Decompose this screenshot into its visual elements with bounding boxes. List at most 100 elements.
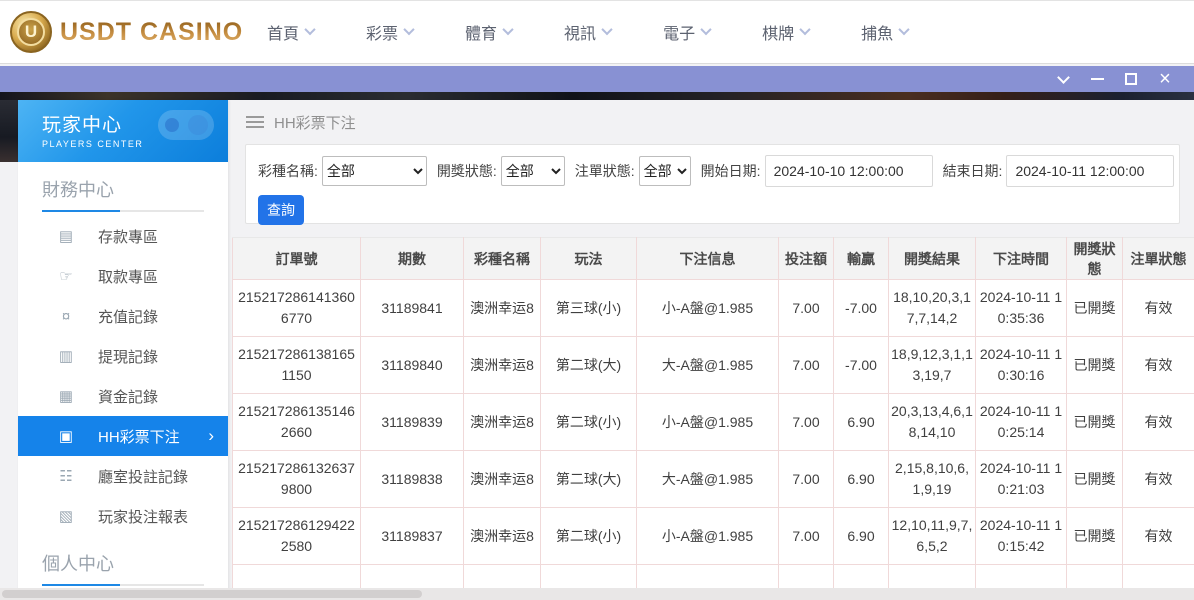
column-header: 玩法 bbox=[540, 237, 637, 280]
table-cell: 大-A盤@1.985 bbox=[636, 450, 779, 508]
draw-status-label: 開獎狀態: bbox=[436, 163, 497, 179]
lottery-name-select[interactable]: 全部 bbox=[321, 156, 427, 186]
sidebar-item-room-bet-records[interactable]: ☷ 廳室投註記錄 bbox=[18, 456, 228, 496]
decorative-banner-strip bbox=[0, 92, 1194, 100]
sidebar-item-funds-records[interactable]: ▦ 資金記錄 bbox=[18, 376, 228, 416]
sidebar-item-hh-lottery-bets[interactable]: ▣ HH彩票下注 › bbox=[18, 416, 228, 456]
minimize-icon bbox=[1090, 78, 1104, 80]
window-titlebar: × bbox=[0, 66, 1194, 92]
decorative-left-strip bbox=[0, 100, 18, 162]
table-cell: 已開獎 bbox=[1066, 507, 1123, 565]
column-header: 下注時間 bbox=[975, 237, 1067, 280]
window-minimize-button[interactable] bbox=[1080, 66, 1114, 92]
table-cell: 大-A盤@1.985 bbox=[636, 336, 779, 394]
chevron-down-icon bbox=[898, 23, 910, 35]
withdraw-hand-icon: ☞ bbox=[59, 268, 73, 285]
nav-item-lottery[interactable]: 彩票 bbox=[366, 20, 415, 44]
logo[interactable]: U USDT CASINO bbox=[10, 11, 245, 53]
nav-item-chess-cards[interactable]: 棋牌 bbox=[762, 20, 811, 44]
column-header: 期數 bbox=[360, 237, 464, 280]
nav-label: 首頁 bbox=[267, 26, 300, 43]
bets-table: 訂單號 期數 彩種名稱 玩法 下注信息 投注額 輸贏 開獎結果 下注時間 開獎狀態 注單狀態 215… bbox=[232, 237, 1194, 595]
purse-icon: ▦ bbox=[58, 388, 74, 405]
table-cell: 小-A盤@1.985 bbox=[636, 393, 779, 451]
table-cell: 7.00 bbox=[778, 336, 834, 394]
table-cell: 7.00 bbox=[778, 279, 834, 337]
coin-letter: U bbox=[17, 18, 45, 46]
table-cell: 31189838 bbox=[360, 450, 464, 508]
table-cell: 6.90 bbox=[833, 507, 889, 565]
table-cell: 6.90 bbox=[833, 393, 889, 451]
table-cell: 第二球(小) bbox=[540, 507, 637, 565]
sidebar-item-list: ▤ 存款專區 ☞ 取款專區 ¤ 充值記錄 ▥ 提現記錄 ▦ 資金記錄 ▣ HH彩票下注 › ☷ 廳室投註記錄… bbox=[18, 216, 228, 536]
scrollbar-thumb[interactable] bbox=[2, 590, 422, 598]
horizontal-scrollbar[interactable] bbox=[0, 588, 1194, 600]
column-header: 注單狀態 bbox=[1122, 237, 1194, 280]
table-cell: 第三球(小) bbox=[540, 279, 637, 337]
order-status-select[interactable]: 全部 bbox=[638, 156, 691, 186]
table-cell: 2,15,8,10,6,1,9,19 bbox=[888, 450, 976, 508]
column-header: 投注額 bbox=[778, 237, 834, 280]
column-header: 下注信息 bbox=[636, 237, 779, 280]
table-cell: 31189841 bbox=[360, 279, 464, 337]
nav-item-sports[interactable]: 體育 bbox=[465, 20, 514, 44]
chevron-down-icon bbox=[502, 23, 514, 35]
section-divider bbox=[42, 210, 204, 212]
hamburger-menu-icon[interactable] bbox=[246, 116, 264, 128]
column-header: 彩種名稱 bbox=[463, 237, 541, 280]
end-date-input[interactable] bbox=[1006, 155, 1175, 187]
nav-label: 棋牌 bbox=[762, 26, 795, 43]
table-cell: 20,3,13,4,6,18,14,10 bbox=[888, 393, 976, 451]
table-cell: 2024-10-11 10:21:03 bbox=[975, 450, 1067, 508]
table-cell: 澳洲幸运8 bbox=[463, 336, 541, 394]
page-title: HH彩票下注 bbox=[274, 114, 356, 132]
table-cell: 已開獎 bbox=[1066, 393, 1123, 451]
list-icon: ☷ bbox=[59, 468, 73, 485]
sidebar-item-deposit-area[interactable]: ▤ 存款專區 bbox=[18, 216, 228, 256]
wallet-icon: ▥ bbox=[58, 348, 74, 365]
table-cell: 小-A盤@1.985 bbox=[636, 507, 779, 565]
chevron-down-icon bbox=[799, 23, 811, 35]
sidebar-item-withdrawal-records[interactable]: ▥ 提現記錄 bbox=[18, 336, 228, 376]
window-close-button[interactable]: × bbox=[1148, 66, 1182, 92]
sidebar-item-player-bet-report[interactable]: ▧ 玩家投注報表 bbox=[18, 496, 228, 536]
table-cell: 7.00 bbox=[778, 393, 834, 451]
table-body: 2152172861413606770 31189841 澳洲幸运8 第三球(小) 小-… bbox=[232, 279, 1194, 595]
chevron-down-icon bbox=[403, 23, 415, 35]
money-bag-icon: ¤ bbox=[61, 307, 71, 325]
table-cell: 已開獎 bbox=[1066, 450, 1123, 508]
nav-item-fishing[interactable]: 捕魚 bbox=[861, 20, 910, 44]
draw-status-select[interactable]: 全部 bbox=[500, 156, 565, 186]
breadcrumb: HH彩票下注 bbox=[232, 100, 1194, 144]
table-cell: 第二球(小) bbox=[540, 393, 637, 451]
table-cell: 31189840 bbox=[360, 336, 464, 394]
sidebar: 玩家中心 PLAYERS CENTER 財務中心 ▤ 存款專區 ☞ 取款專區 ¤ 充值記錄 ▥… bbox=[18, 100, 228, 600]
chevron-right-icon: › bbox=[208, 426, 214, 445]
nav-item-slots[interactable]: 電子 bbox=[663, 20, 712, 44]
sidebar-item-label: 存款專區 bbox=[98, 228, 159, 246]
sidebar-item-withdraw-area[interactable]: ☞ 取款專區 bbox=[18, 256, 228, 296]
query-button[interactable]: 查詢 bbox=[258, 195, 304, 225]
nav-item-home[interactable]: 首頁 bbox=[267, 20, 316, 44]
table-cell: -7.00 bbox=[833, 279, 889, 337]
table-row: 2152172861413606770 31189841 澳洲幸运8 第三球(小) 小-… bbox=[232, 279, 1194, 337]
table-cell: 2152172861413606770 bbox=[232, 279, 361, 337]
table-cell: 有效 bbox=[1122, 450, 1194, 508]
sidebar-item-label: 玩家投注報表 bbox=[98, 508, 189, 526]
table-cell: 澳洲幸运8 bbox=[463, 507, 541, 565]
sidebar-item-recharge-records[interactable]: ¤ 充值記錄 bbox=[18, 296, 228, 336]
chevron-down-icon bbox=[700, 23, 712, 35]
table-cell: 有效 bbox=[1122, 279, 1194, 337]
table-cell: 12,10,11,9,7,6,5,2 bbox=[888, 507, 976, 565]
table-row: 2152172861381651150 31189840 澳洲幸运8 第二球(大) 大-… bbox=[232, 336, 1194, 394]
column-header: 輸贏 bbox=[833, 237, 889, 280]
window-maximize-button[interactable] bbox=[1114, 66, 1148, 92]
table-cell: 2024-10-11 10:30:16 bbox=[975, 336, 1067, 394]
window-collapse-button[interactable] bbox=[1046, 66, 1080, 92]
start-date-input[interactable] bbox=[764, 155, 933, 187]
sidebar-item-label: 取款專區 bbox=[98, 268, 159, 286]
nav-item-live-video[interactable]: 視訊 bbox=[564, 20, 613, 44]
end-date-label: 結束日期: bbox=[942, 163, 1003, 179]
table-cell: 2152172861351462660 bbox=[232, 393, 361, 451]
nav-label: 視訊 bbox=[564, 26, 597, 43]
